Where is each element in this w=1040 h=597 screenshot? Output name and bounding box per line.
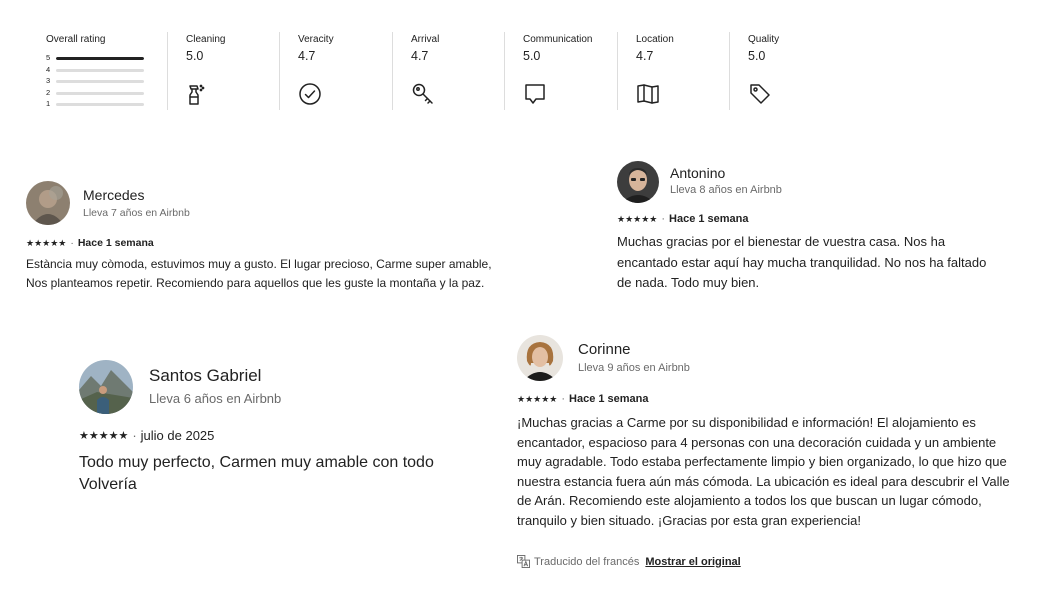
member-since: Lleva 8 años en Airbnb — [670, 184, 782, 196]
price-tag-icon — [748, 82, 772, 106]
star-rating: ★★★★★ — [26, 237, 67, 248]
category-value: 4.7 — [636, 49, 654, 63]
rating-category-arrival: Arrival 4.7 — [392, 32, 504, 110]
rating-bar-track — [56, 91, 144, 95]
member-since: Lleva 6 años en Airbnb — [149, 391, 282, 406]
rating-bar-fill — [56, 57, 144, 60]
review-meta: ★★★★★ · julio de 2025 — [79, 428, 214, 443]
review-date: Hace 1 semana — [77, 237, 154, 249]
rating-category-cleaning: Cleaning 5.0 — [167, 32, 279, 110]
review-date: Hace 1 semana — [669, 213, 749, 225]
separator: · — [561, 393, 566, 405]
avatar[interactable] — [517, 335, 563, 381]
reviewer-name: Mercedes — [83, 187, 145, 203]
show-original-link[interactable]: Mostrar el original — [645, 556, 740, 568]
map-icon — [636, 82, 660, 106]
check-circle-icon — [298, 82, 322, 106]
review-date: julio de 2025 — [140, 428, 215, 443]
category-value: 5.0 — [748, 49, 766, 63]
category-label: Cleaning — [186, 34, 226, 45]
avatar[interactable] — [79, 360, 133, 414]
avatar[interactable] — [26, 181, 70, 225]
category-label: Location — [636, 34, 674, 45]
star-rating: ★★★★★ — [617, 213, 658, 224]
overall-rating: Overall rating 5 4 3 2 1 — [30, 32, 168, 110]
category-value: 4.7 — [411, 49, 429, 63]
category-label: Communication — [523, 34, 593, 45]
reviewer-name: Antonino — [670, 165, 726, 181]
rating-bar-row: 4 — [46, 65, 160, 75]
review-meta: ★★★★★ · Hace 1 semana — [617, 213, 749, 225]
rating-category-location: Location 4.7 — [617, 32, 729, 110]
chat-bubble-icon — [523, 82, 547, 106]
category-label: Quality — [748, 34, 780, 45]
translated-label: Traducido del francés — [534, 555, 640, 568]
star-rating: ★★★★★ — [517, 393, 558, 404]
member-since: Lleva 9 años en Airbnb — [578, 362, 690, 374]
member-since: Lleva 7 años en Airbnb — [83, 207, 190, 219]
review-text: Todo muy perfecto, Carmen muy amable con… — [79, 454, 434, 493]
review-text: Muchas gracias por el bienestar de vuest… — [617, 234, 987, 290]
rating-bar-track — [56, 80, 144, 83]
review-card: Antonino Lleva 8 años en Airbnb ★★★★★ · … — [617, 161, 1017, 301]
rating-bar-stars: 4 — [46, 64, 51, 74]
overall-rating-label: Overall rating — [46, 34, 106, 45]
translation-note: Traducido del francés Mostrar el origina… — [517, 555, 741, 568]
review-card: Santos Gabriel Lleva 6 años en Airbnb ★★… — [79, 360, 499, 500]
review-text: Estància muy còmoda, estuvimos muy a gus… — [26, 257, 492, 290]
rating-category-quality: Quality 5.0 — [729, 32, 829, 110]
rating-bar-row: 1 — [46, 99, 160, 109]
rating-bar-stars: 3 — [46, 76, 51, 85]
rating-category-communication: Communication 5.0 — [504, 32, 617, 110]
rating-bar-stars: 5 — [46, 53, 51, 62]
category-value: 5.0 — [523, 49, 541, 63]
rating-bar-row: 5 — [46, 53, 160, 63]
review-date: Hace 1 semana — [569, 393, 649, 405]
rating-bar-stars: 2 — [46, 87, 51, 97]
avatar[interactable] — [617, 161, 659, 203]
review-card: Corinne Lleva 9 años en Airbnb ★★★★★ · H… — [517, 335, 1027, 575]
rating-category-veracity: Veracity 4.7 — [279, 32, 392, 110]
key-icon — [411, 82, 435, 106]
translate-icon — [517, 555, 530, 568]
reviewer-name: Santos Gabriel — [149, 366, 262, 385]
rating-bar-track — [56, 103, 144, 106]
rating-bar-track — [56, 68, 144, 72]
rating-bar-row: 2 — [46, 88, 160, 98]
rating-bar-stars: 1 — [46, 99, 51, 108]
review-meta: ★★★★★ · Hace 1 semana — [26, 237, 154, 249]
separator: · — [132, 428, 137, 443]
separator: · — [70, 237, 74, 249]
separator: · — [661, 213, 666, 225]
rating-bar-track — [56, 57, 144, 60]
category-value: 5.0 — [186, 49, 204, 63]
rating-bar-row: 3 — [46, 76, 160, 86]
category-label: Arrival — [411, 34, 440, 45]
category-label: Veracity — [298, 34, 334, 45]
review-card: Mercedes Lleva 7 años en Airbnb ★★★★★ · … — [26, 181, 496, 311]
category-value: 4.7 — [298, 49, 316, 63]
spray-bottle-icon — [184, 82, 208, 106]
reviewer-name: Corinne — [578, 341, 631, 358]
review-meta: ★★★★★ · Hace 1 semana — [517, 393, 649, 405]
review-text: ¡Muchas gracias a Carme por su disponibi… — [517, 415, 1010, 528]
ratings-summary: Overall rating 5 4 3 2 1 Cleaning 5.0 Ve… — [30, 32, 830, 110]
star-rating: ★★★★★ — [79, 430, 129, 442]
